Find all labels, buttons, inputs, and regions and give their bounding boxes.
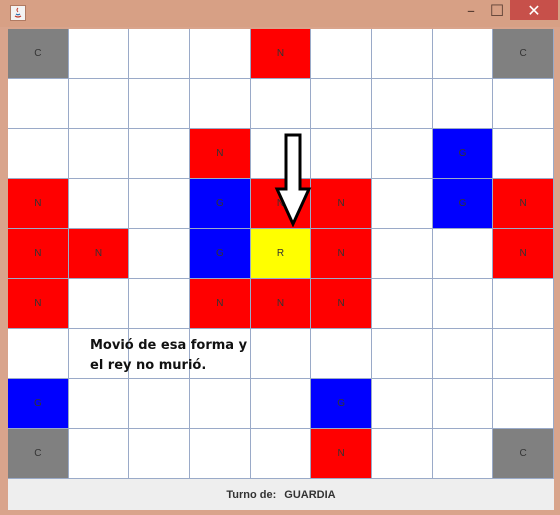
board-cell[interactable]	[68, 279, 130, 329]
board-cell[interactable]	[432, 379, 494, 429]
cell-piece-n[interactable]: N	[8, 229, 69, 279]
cell-king[interactable]: R	[250, 229, 312, 279]
cell-piece-g[interactable]: G	[311, 379, 372, 429]
board-cell[interactable]	[493, 329, 554, 379]
board-cell[interactable]	[68, 179, 130, 229]
cell-piece-n[interactable]: N	[250, 29, 312, 79]
board-cell[interactable]	[372, 129, 433, 179]
cell-piece-n[interactable]: N	[311, 179, 372, 229]
board-cell[interactable]	[432, 29, 494, 79]
annotation-line-2: el rey no murió.	[90, 358, 207, 373]
board-cell[interactable]	[190, 79, 251, 129]
board-cell[interactable]	[129, 429, 190, 479]
maximize-button[interactable]: ☐	[482, 0, 512, 20]
cell-piece-n[interactable]: N	[311, 279, 372, 329]
annotation-text: Movió de esa forma y el rey no murió.	[90, 336, 260, 376]
board-cell[interactable]	[129, 379, 190, 429]
cell-piece-n[interactable]: N	[311, 229, 372, 279]
cell-piece-n[interactable]: N	[190, 129, 251, 179]
board-cell[interactable]	[311, 129, 372, 179]
cell-corner[interactable]: C	[8, 29, 69, 79]
cell-piece-n[interactable]: N	[8, 279, 69, 329]
annotation-line-1: Movió de esa forma y	[90, 338, 248, 353]
down-arrow-icon	[274, 133, 312, 227]
board-cell[interactable]	[8, 329, 69, 379]
board-cell[interactable]	[129, 79, 190, 129]
board-cell[interactable]	[372, 229, 433, 279]
board-cell[interactable]	[68, 29, 130, 79]
board-cell[interactable]	[493, 79, 554, 129]
cell-piece-g[interactable]: G	[190, 179, 251, 229]
board-cell[interactable]	[129, 129, 190, 179]
title-bar: – ☐ ✕	[0, 0, 560, 27]
board-cell[interactable]	[250, 79, 312, 129]
cell-corner[interactable]: C	[493, 29, 554, 79]
board-cell[interactable]	[493, 279, 554, 329]
cell-piece-n[interactable]: N	[493, 229, 554, 279]
board-cell[interactable]	[68, 429, 130, 479]
board-cell[interactable]	[190, 379, 251, 429]
board-cell[interactable]	[190, 429, 251, 479]
cell-piece-g[interactable]: G	[432, 179, 494, 229]
cell-piece-n[interactable]: N	[311, 429, 372, 479]
board-cell[interactable]	[372, 179, 433, 229]
board-cell[interactable]	[68, 379, 130, 429]
game-window: CNCNGNGNNGNNNGRNNNNNNGGCNC Movió de esa …	[8, 29, 554, 510]
board-cell[interactable]	[432, 229, 494, 279]
board-cell[interactable]	[8, 129, 69, 179]
board-cell[interactable]	[250, 379, 312, 429]
status-bar: Turno de: GUARDIA	[8, 479, 554, 510]
cell-corner[interactable]: C	[8, 429, 69, 479]
board-cell[interactable]	[372, 279, 433, 329]
board-cell[interactable]	[372, 429, 433, 479]
cell-piece-n[interactable]: N	[8, 179, 69, 229]
board-cell[interactable]	[432, 279, 494, 329]
turn-label: Turno de:	[226, 488, 277, 501]
cell-piece-g[interactable]: G	[190, 229, 251, 279]
board-cell[interactable]	[311, 29, 372, 79]
board-cell[interactable]	[68, 79, 130, 129]
board-cell[interactable]	[432, 329, 494, 379]
board-cell[interactable]	[311, 329, 372, 379]
board-cell[interactable]	[129, 29, 190, 79]
board-cell[interactable]	[8, 79, 69, 129]
board-cell[interactable]	[493, 379, 554, 429]
cell-piece-n[interactable]: N	[250, 279, 312, 329]
cell-piece-n[interactable]: N	[190, 279, 251, 329]
board-cell[interactable]	[372, 79, 433, 129]
board-cell[interactable]	[372, 329, 433, 379]
board-cell[interactable]	[129, 179, 190, 229]
cell-piece-n[interactable]: N	[493, 179, 554, 229]
game-board: CNCNGNGNNGNNNGRNNNNNNGGCNC	[8, 29, 554, 479]
board-cell[interactable]	[129, 229, 190, 279]
board-cell[interactable]	[493, 129, 554, 179]
board-cell[interactable]	[372, 379, 433, 429]
cell-piece-g[interactable]: G	[432, 129, 494, 179]
cell-corner[interactable]: C	[493, 429, 554, 479]
board-cell[interactable]	[250, 429, 312, 479]
board-cell[interactable]	[68, 129, 130, 179]
board-cell[interactable]	[190, 29, 251, 79]
board-cell[interactable]	[432, 429, 494, 479]
board-cell[interactable]	[129, 279, 190, 329]
cell-piece-n[interactable]: N	[68, 229, 130, 279]
close-button[interactable]: ✕	[510, 0, 558, 20]
board-cell[interactable]	[372, 29, 433, 79]
board-cell[interactable]	[311, 79, 372, 129]
cell-piece-g[interactable]: G	[8, 379, 69, 429]
board-cell[interactable]	[432, 79, 494, 129]
java-app-icon	[10, 5, 26, 21]
turn-value: GUARDIA	[284, 488, 336, 501]
